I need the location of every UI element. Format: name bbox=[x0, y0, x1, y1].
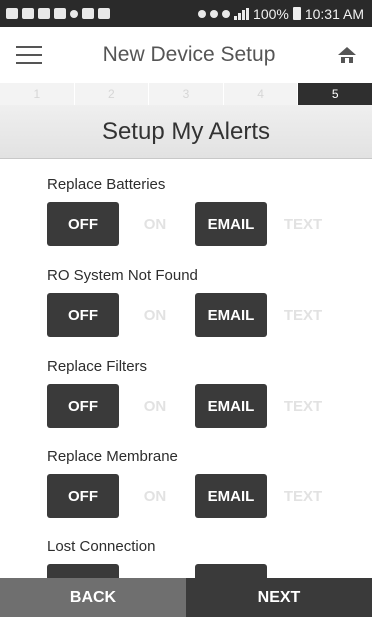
on-toggle[interactable]: ON bbox=[119, 202, 191, 246]
alert-replace-batteries: Replace Batteries OFF ON EMAIL TEXT bbox=[47, 175, 347, 246]
step-4: 4 bbox=[224, 83, 299, 105]
text-toggle[interactable]: TEXT bbox=[267, 202, 339, 246]
on-toggle[interactable]: ON bbox=[119, 474, 191, 518]
mail-icon bbox=[54, 8, 66, 19]
off-toggle[interactable]: OFF bbox=[47, 202, 119, 246]
alert-toggles: OFF ON EMAIL TEXT bbox=[47, 202, 347, 246]
battery-icon bbox=[292, 7, 301, 20]
step-3: 3 bbox=[149, 83, 224, 105]
signal-icon bbox=[234, 7, 250, 20]
notification-icons bbox=[6, 8, 110, 19]
email-toggle[interactable]: EMAIL bbox=[195, 202, 267, 246]
alert-label: RO System Not Found bbox=[47, 267, 198, 284]
on-toggle[interactable]: ON bbox=[119, 293, 191, 337]
battery-percent: 100% bbox=[253, 5, 289, 22]
wrench-icon bbox=[22, 8, 34, 19]
alert-toggles: OFF ON EMAIL TEXT bbox=[47, 474, 347, 518]
bluetooth-icon bbox=[198, 9, 207, 18]
alert-toggles: OFF ON EMAIL TEXT bbox=[47, 564, 347, 578]
app-icon bbox=[82, 8, 94, 19]
text-toggle[interactable]: TEXT bbox=[267, 293, 339, 337]
step-5: 5 bbox=[298, 83, 372, 105]
system-status: 100% 10:31 AM bbox=[198, 6, 364, 22]
email-toggle[interactable]: EMAIL bbox=[195, 293, 267, 337]
off-toggle[interactable]: OFF bbox=[47, 293, 119, 337]
alert-label: Replace Filters bbox=[47, 358, 148, 375]
temperature-icon bbox=[70, 9, 78, 18]
status-bar: 100% 10:31 AM bbox=[0, 0, 372, 27]
back-button[interactable]: BACK bbox=[0, 578, 186, 617]
mail-icon bbox=[38, 8, 50, 19]
app-bar: New Device Setup bbox=[0, 27, 372, 83]
step-2: 2 bbox=[75, 83, 150, 105]
bottom-nav: BACK NEXT bbox=[0, 578, 372, 617]
alert-toggles: OFF ON EMAIL TEXT bbox=[47, 293, 347, 337]
text-toggle[interactable]: TEXT bbox=[267, 474, 339, 518]
alert-toggles: OFF ON EMAIL TEXT bbox=[47, 384, 347, 428]
step-1: 1 bbox=[0, 83, 75, 105]
email-toggle[interactable]: EMAIL bbox=[195, 474, 267, 518]
on-toggle[interactable]: ON bbox=[119, 384, 191, 428]
off-toggle[interactable]: OFF bbox=[47, 564, 119, 578]
alert-replace-membrane: Replace Membrane OFF ON EMAIL TEXT bbox=[47, 447, 347, 518]
clock: 10:31 AM bbox=[304, 5, 364, 22]
alert-lost-connection: Lost Connection OFF ON EMAIL TEXT bbox=[47, 537, 347, 578]
home-icon[interactable] bbox=[336, 44, 358, 66]
on-toggle[interactable]: ON bbox=[119, 564, 191, 578]
alert-label: Replace Batteries bbox=[47, 176, 166, 193]
wifi-icon bbox=[222, 9, 231, 18]
app-title: New Device Setup bbox=[102, 43, 276, 66]
email-toggle[interactable]: EMAIL bbox=[195, 564, 267, 578]
alert-ro-system-not-found: RO System Not Found OFF ON EMAIL TEXT bbox=[47, 266, 347, 337]
alerts-list: Replace Batteries OFF ON EMAIL TEXT RO S… bbox=[0, 159, 372, 578]
section-title: Setup My Alerts bbox=[0, 105, 372, 159]
off-toggle[interactable]: OFF bbox=[47, 384, 119, 428]
alert-replace-filters: Replace Filters OFF ON EMAIL TEXT bbox=[47, 357, 347, 428]
off-toggle[interactable]: OFF bbox=[47, 474, 119, 518]
app-icon bbox=[98, 8, 110, 19]
text-toggle[interactable]: TEXT bbox=[267, 384, 339, 428]
step-indicator: 1 2 3 4 5 bbox=[0, 83, 372, 105]
alert-label: Replace Membrane bbox=[47, 448, 178, 465]
text-toggle[interactable]: TEXT bbox=[267, 564, 339, 578]
alarm-icon bbox=[210, 9, 219, 18]
email-toggle[interactable]: EMAIL bbox=[195, 384, 267, 428]
menu-icon[interactable] bbox=[16, 46, 42, 64]
next-button[interactable]: NEXT bbox=[186, 578, 372, 617]
message-icon bbox=[6, 8, 18, 19]
alert-label: Lost Connection bbox=[47, 538, 156, 555]
